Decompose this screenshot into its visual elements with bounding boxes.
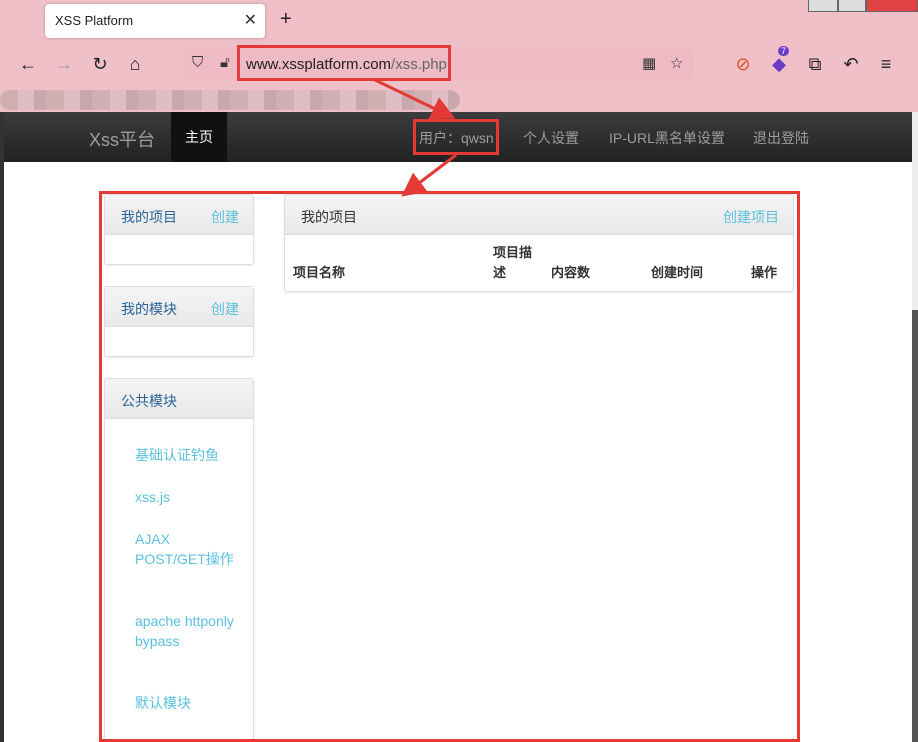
puzzle-icon[interactable]: ⧉ bbox=[804, 54, 826, 75]
minimize-button[interactable] bbox=[808, 0, 838, 12]
annotation-content-box bbox=[99, 191, 800, 742]
extension-icon[interactable]: ◆ bbox=[768, 54, 790, 75]
nav-blacklist[interactable]: IP-URL黑名单设置 bbox=[609, 128, 725, 148]
nav-home[interactable]: 主页 bbox=[171, 112, 227, 162]
blocker-extension-icon[interactable]: ⊘ bbox=[732, 54, 754, 75]
star-icon[interactable]: ☆ bbox=[670, 54, 683, 72]
annotation-user-box bbox=[413, 119, 499, 155]
browser-tab[interactable]: XSS Platform ✕ bbox=[45, 4, 265, 38]
scrollbar-thumb[interactable] bbox=[912, 310, 918, 742]
undo-icon[interactable]: ↶ bbox=[840, 54, 862, 75]
tab-title: XSS Platform bbox=[55, 13, 134, 28]
close-window-button[interactable] bbox=[866, 0, 918, 12]
blurred-bookmarks bbox=[0, 90, 460, 110]
maximize-button[interactable] bbox=[838, 0, 866, 12]
shield-icon[interactable]: ⛉ bbox=[192, 54, 203, 71]
close-tab-icon[interactable]: ✕ bbox=[244, 10, 257, 30]
new-tab-button[interactable]: + bbox=[280, 8, 292, 31]
window-controls bbox=[808, 0, 918, 12]
site-brand[interactable]: Xss平台 bbox=[89, 126, 155, 152]
bookmarks-bar bbox=[0, 88, 918, 112]
qr-code-icon[interactable]: ▦ bbox=[642, 54, 656, 72]
nav-settings[interactable]: 个人设置 bbox=[523, 128, 579, 148]
back-arrow-icon[interactable]: ← bbox=[17, 54, 39, 75]
reload-icon[interactable]: ↻ bbox=[89, 54, 111, 75]
nav-logout[interactable]: 退出登陆 bbox=[753, 128, 809, 148]
extension-badge: 7 bbox=[778, 46, 790, 56]
annotation-url-box bbox=[237, 45, 451, 81]
home-icon[interactable]: ⌂ bbox=[124, 54, 146, 75]
menu-icon[interactable]: ≡ bbox=[875, 54, 897, 75]
forward-arrow-icon[interactable]: → bbox=[53, 54, 75, 75]
lock-icon[interactable]: 🔓︎ bbox=[220, 54, 230, 71]
tab-bar: XSS Platform ✕ + bbox=[0, 0, 918, 42]
navigation-toolbar: ← → ↻ ⌂ ⛉ 🔓︎ www.xssplatform.com/xss.php… bbox=[0, 42, 918, 88]
